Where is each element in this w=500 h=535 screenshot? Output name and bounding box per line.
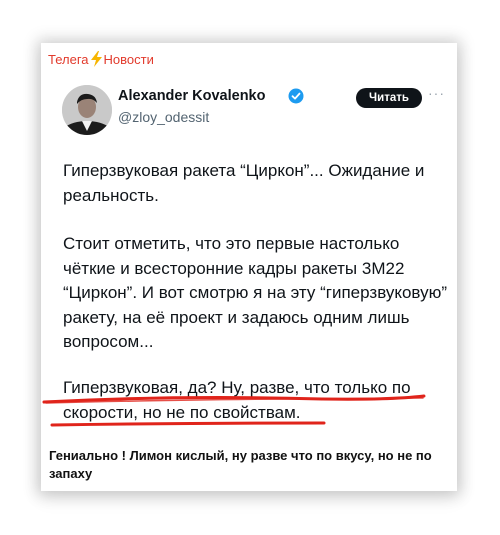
tweet-paragraph-1: Гиперзвуковая ракета “Циркон”... Ожидани… xyxy=(63,161,425,205)
author-name[interactable]: Alexander Kovalenko xyxy=(118,88,265,104)
tweet-paragraph-2: Стоит отметить, что это первые настолько… xyxy=(63,234,448,351)
more-options-icon[interactable]: ··· xyxy=(428,85,445,101)
tweet-screenshot: Alexander Kovalenko @zloy_odessit Читать… xyxy=(48,71,450,435)
tweet-paragraph-3: Гиперзвуковая, да? Ну, разве, что только… xyxy=(63,378,411,422)
channel-name: Телега xyxy=(48,51,89,67)
post-card: Телега Новости Alexander Kovalenko @zloy… xyxy=(41,43,457,491)
follow-button[interactable]: Читать xyxy=(356,88,422,108)
avatar[interactable] xyxy=(62,85,112,135)
author-handle[interactable]: @zloy_odessit xyxy=(118,109,209,125)
verified-badge-icon xyxy=(288,88,304,104)
lightning-icon xyxy=(90,51,103,67)
channel-header[interactable]: Телега Новости xyxy=(48,51,154,67)
post-caption: Гениально ! Лимон кислый, ну разве что п… xyxy=(49,448,432,481)
channel-suffix: Новости xyxy=(103,51,154,67)
